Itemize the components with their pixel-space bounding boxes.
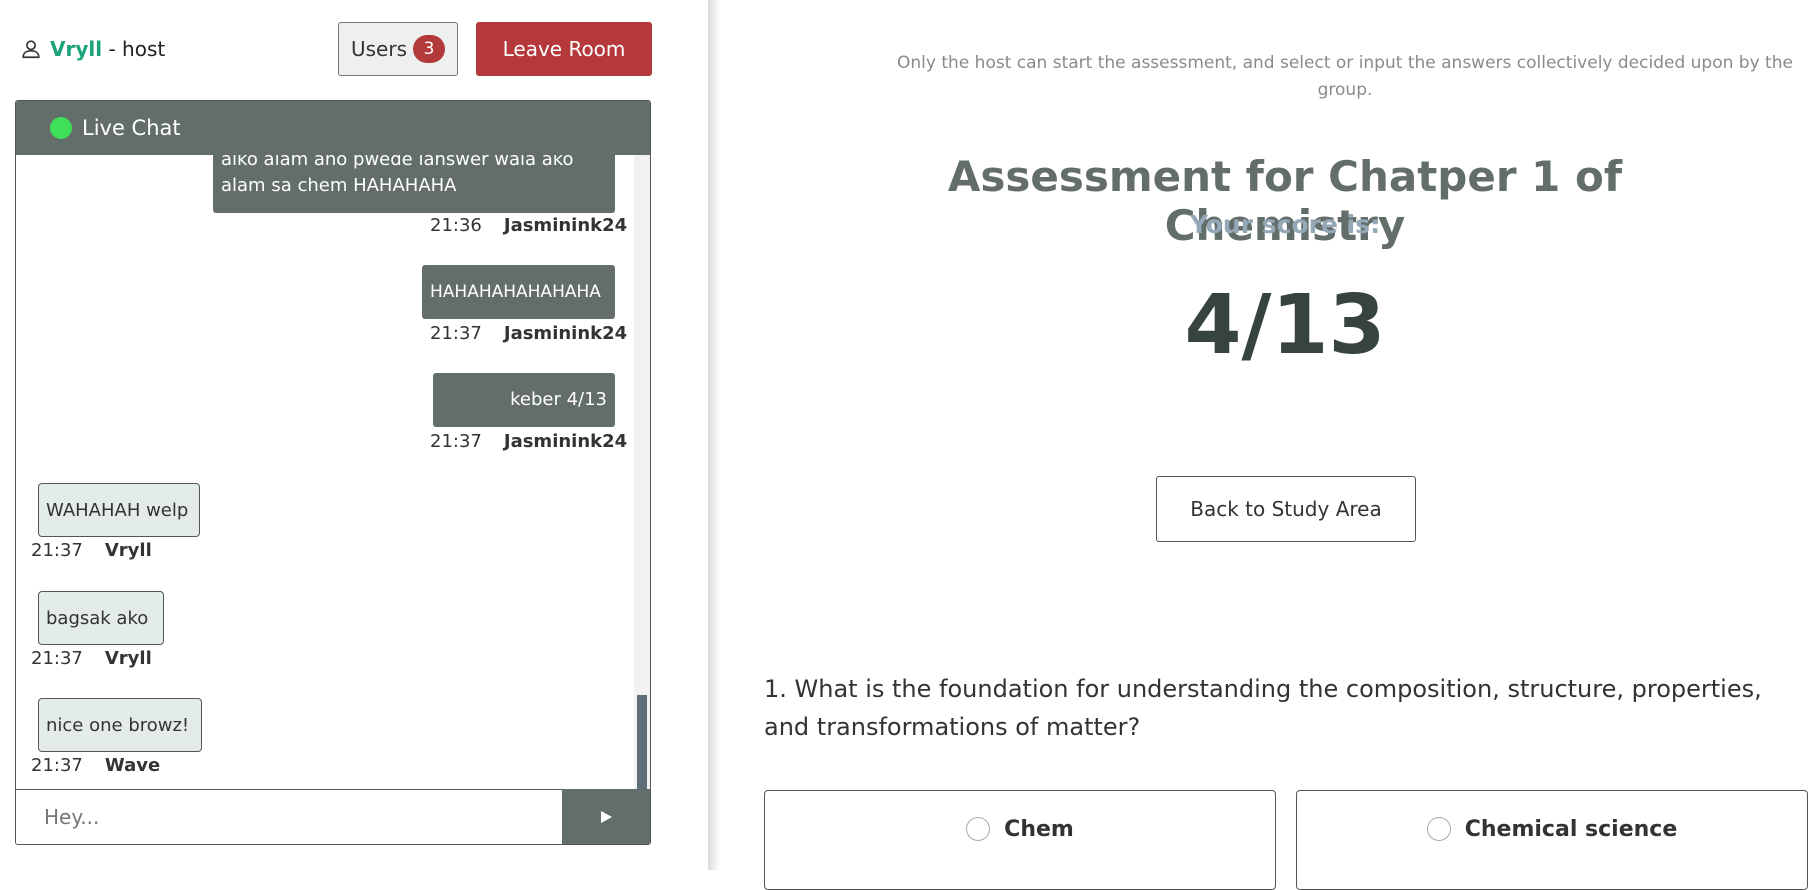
chat-message-bubble: nice one browz!: [38, 698, 202, 752]
radio-button[interactable]: [1426, 817, 1451, 841]
chat-message-time: 21:37: [31, 540, 83, 561]
live-chat-panel: Live Chat aiko alam ano pwede ianswer wa…: [15, 100, 651, 845]
answer-option-chem[interactable]: Chem: [764, 790, 1276, 890]
chat-message-user: Vryll: [104, 540, 152, 561]
chat-message-time: 21:37: [31, 755, 83, 776]
user-icon: [22, 40, 40, 59]
panel-divider: [708, 0, 720, 870]
answer-option-chemical-science[interactable]: Chemical science: [1296, 790, 1808, 890]
chat-header: Live Chat: [16, 101, 650, 155]
current-user: Vryll - host: [20, 37, 165, 61]
chat-message-text: HAHAHAHAHAHAHA: [430, 282, 601, 302]
chat-message-text: nice one browz!: [46, 714, 190, 736]
question-text: 1. What is the foundation for understand…: [764, 675, 1762, 741]
back-to-study-area-button[interactable]: Back to Study Area: [1156, 476, 1416, 542]
chat-message-user: Vryll: [104, 648, 152, 669]
chat-message-user: Jasminink24: [503, 215, 628, 236]
chat-message-user: Jasminink24: [503, 323, 628, 344]
user-name: Vryll: [50, 37, 103, 61]
leave-room-button[interactable]: Leave Room: [476, 22, 652, 76]
chat-message-bubble: bagsak ako: [38, 591, 164, 645]
option-label: Chem: [1004, 817, 1074, 842]
chat-scroll-thumb[interactable]: [637, 695, 647, 789]
chat-title: Live Chat: [82, 116, 181, 140]
chat-message-bubble: keber 4/13: [433, 373, 615, 427]
radio-button[interactable]: [966, 817, 991, 841]
chat-message-meta: 21:37 Wave: [31, 755, 160, 776]
chat-message-time: 21:36: [430, 215, 482, 236]
chat-message-text: aiko alam ano pwede ianswer wala ako ala…: [221, 155, 574, 196]
send-message-button[interactable]: [562, 789, 650, 844]
play-icon: [601, 810, 612, 823]
chat-messages[interactable]: aiko alam ano pwede ianswer wala ako ala…: [16, 155, 634, 789]
score-value: 4/13: [1184, 278, 1386, 373]
chat-message-bubble: aiko alam ano pwede ianswer wala ako ala…: [213, 155, 615, 213]
chat-message-meta: 21:36 Jasminink24: [430, 215, 627, 236]
chat-message-time: 21:37: [430, 323, 482, 344]
chat-message-user: Wave: [104, 755, 161, 776]
chat-message-input[interactable]: [16, 789, 562, 844]
chat-message-text: WAHAHAH welp: [46, 499, 189, 521]
user-role: - host: [102, 37, 166, 61]
score-label: Your score is:: [1189, 210, 1381, 239]
room-header: Vryll - host Users 3 Leave Room: [20, 22, 652, 78]
chat-message-meta: 21:37 Jasminink24: [430, 323, 627, 344]
live-status-dot: [50, 117, 72, 139]
users-button[interactable]: Users 3: [338, 22, 458, 76]
chat-message-meta: 21:37 Jasminink24: [430, 431, 627, 452]
users-button-label: Users: [350, 37, 407, 61]
chat-message-time: 21:37: [31, 648, 83, 669]
left-panel: Vryll - host Users 3 Leave Room Live Cha…: [0, 0, 708, 870]
chat-message-meta: 21:37 Vryll: [31, 648, 152, 669]
chat-message-meta: 21:37 Vryll: [31, 540, 152, 561]
host-notice: Only the host can start the assessment, …: [897, 53, 1793, 100]
option-label: Chemical science: [1464, 817, 1678, 842]
chat-message-bubble: HAHAHAHAHAHAHA: [422, 265, 615, 319]
chat-message-bubble: WAHAHAH welp: [38, 483, 200, 537]
chat-message-time: 21:37: [430, 431, 482, 452]
users-count-badge: 3: [413, 35, 445, 63]
chat-message-user: Jasminink24: [503, 431, 628, 452]
chat-message-text: bagsak ako: [46, 607, 149, 629]
chat-message-text: keber 4/13: [510, 389, 607, 410]
chat-scrollbar[interactable]: [634, 155, 650, 789]
